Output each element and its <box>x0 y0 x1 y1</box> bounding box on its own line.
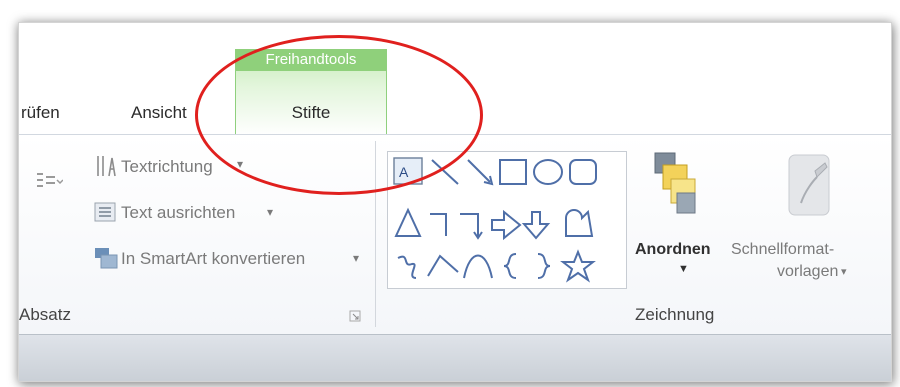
smartart-button[interactable]: In SmartArt konvertieren <box>121 249 305 269</box>
align-text-icon[interactable] <box>93 199 117 225</box>
app-window: rüfen Ansicht Freihandtools Stifte Textr… <box>18 22 892 382</box>
group-label-zeichnung: Zeichnung <box>635 305 715 324</box>
smartart-icon[interactable] <box>93 245 119 271</box>
quick-styles-icon[interactable] <box>787 153 831 217</box>
tab-ansicht[interactable]: Ansicht <box>131 103 187 123</box>
tab-pruefen[interactable]: rüfen <box>21 103 60 123</box>
dialog-launcher-icon[interactable] <box>349 310 361 322</box>
arrange-icon[interactable] <box>651 151 699 221</box>
schnellformat-button-line1[interactable]: Schnellformat- <box>731 241 834 259</box>
group-separator <box>375 141 376 327</box>
chevron-down-icon[interactable]: ▾ <box>353 251 359 265</box>
schnellformat-button-line2[interactable]: vorlagen <box>777 263 838 281</box>
textrichtung-button[interactable]: Textrichtung <box>121 157 213 177</box>
chevron-down-icon[interactable]: ▾ <box>237 157 243 171</box>
chevron-down-icon[interactable]: ▼ <box>678 263 689 275</box>
anordnen-button[interactable]: Anordnen <box>635 241 711 259</box>
chevron-down-icon[interactable]: ▾ <box>841 265 847 278</box>
tab-stifte[interactable]: Freihandtools Stifte <box>235 49 387 136</box>
ribbon-tab-bar: rüfen Ansicht Freihandtools Stifte <box>19 23 891 136</box>
shapes-gallery-grid: A <box>393 157 597 283</box>
svg-text:A: A <box>399 164 409 180</box>
context-band-label: Freihandtools <box>265 51 357 68</box>
status-bar <box>19 334 891 381</box>
list-indent-icon[interactable] <box>35 169 63 197</box>
group-label-absatz: Absatz <box>19 305 71 324</box>
shapes-gallery[interactable]: A ▲ <box>387 151 627 289</box>
tab-stifte-label: Stifte <box>291 103 331 122</box>
chevron-down-icon[interactable]: ▾ <box>267 205 273 219</box>
text-direction-icon[interactable] <box>95 153 117 179</box>
text-ausrichten-button[interactable]: Text ausrichten <box>121 203 235 223</box>
context-band-freihandtools: Freihandtools <box>236 49 386 71</box>
